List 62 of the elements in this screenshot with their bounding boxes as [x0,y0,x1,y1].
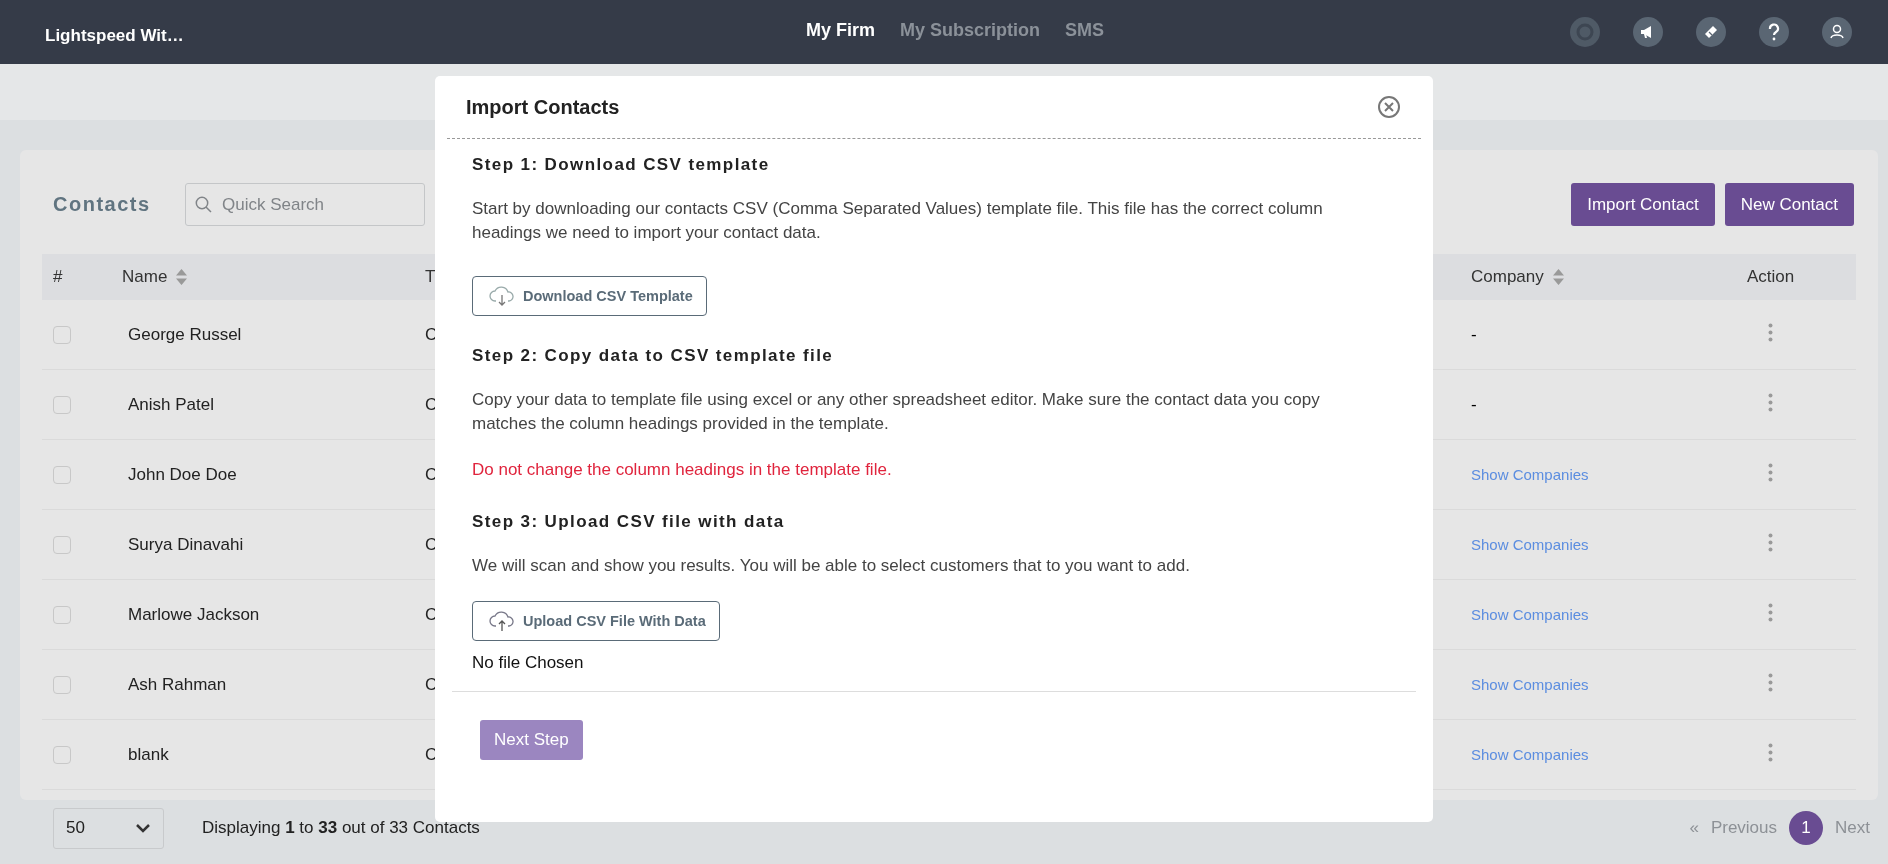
cloud-upload-icon [489,610,515,632]
step-description: We will scan and show you results. You will be able to select customers that to you want to add. [472,555,1191,577]
megaphone-icon[interactable] [1633,17,1663,47]
nav-link[interactable]: My Firm [806,20,875,41]
contact-name: George Russel [128,324,242,344]
contact-name: Marlowe Jackson [128,604,260,624]
step-title: Step 1: Download CSV template [472,155,771,175]
search-icon [195,196,212,213]
page-link[interactable]: Next [1835,818,1870,838]
contact-name: Ash Rahman [128,674,227,694]
row-checkbox[interactable] [53,395,71,414]
show-companies-link[interactable]: Show Companies [1471,745,1589,763]
download-button[interactable]: Download CSV Template [472,276,707,316]
action-button[interactable]: New Contact [1724,183,1854,226]
step-title: Step 2: Copy data to CSV template file [472,346,835,366]
chevron-down-icon [135,823,151,833]
dialog-title: Import Contacts [466,95,620,119]
c-logo-icon[interactable] [1570,17,1600,47]
help-icon[interactable] [1759,17,1789,47]
page-size-select[interactable]: 50 [53,807,164,849]
step-description: Start by downloading our contacts CSV (Comma Separated Values) template file. This file has the correct column headings we need to import your contact data. [472,198,1324,244]
file-status: No file Chosen [472,653,585,673]
show-companies-link[interactable]: Show Companies [1471,535,1589,553]
row-checkbox[interactable] [53,675,71,694]
company-cell: - [1471,324,1477,344]
row-checkbox[interactable] [53,605,71,624]
row-checkbox[interactable] [53,465,71,484]
nav-link[interactable]: SMS [1065,20,1105,41]
column-header[interactable]: Name [122,267,168,287]
column-header: Action [1746,267,1795,287]
column-header: # [53,267,63,287]
app-brand: Lightspeed Wit… [45,26,184,46]
row-checkbox[interactable] [53,325,71,344]
show-companies-link[interactable]: Show Companies [1471,605,1589,623]
close-icon[interactable] [1377,95,1401,119]
contact-name: blank [128,744,169,764]
action-button[interactable]: Import Contact [1571,183,1715,226]
sort-icon[interactable] [176,269,188,285]
contact-name: John Doe Doe [128,464,237,484]
section-title: Contacts [53,193,152,216]
page-link[interactable]: Previous [1710,818,1778,838]
sort-icon[interactable] [1552,269,1564,285]
first-page-link[interactable]: « [1689,818,1699,838]
show-companies-link[interactable]: Show Companies [1471,675,1589,693]
cloud-download-icon [489,285,515,307]
company-cell: - [1471,394,1477,414]
search-field[interactable]: Quick Search [185,183,425,226]
step-title: Step 3: Upload CSV file with data [472,512,786,532]
upload-button[interactable]: Upload CSV File With Data [472,601,720,641]
show-companies-link[interactable]: Show Companies [1471,465,1589,483]
contact-name: Surya Dinavahi [128,534,244,554]
column-header[interactable]: Company [1471,267,1544,287]
user-icon[interactable] [1822,17,1852,47]
results-summary: Displaying 1 to 33 out of 33 Contacts [202,818,480,838]
row-checkbox[interactable] [53,535,71,554]
warning-text: Do not change the column headings in the template file. [472,459,893,481]
page-number[interactable]: 1 [1789,811,1824,845]
contact-name: Anish Patel [128,394,214,414]
nav-link[interactable]: My Subscription [900,20,1041,41]
column-header: T [425,267,436,287]
step-description: Copy your data to template file using excel or any other spreadsheet editor. Make sure the contact data you copy matches the column headings provided in the template. [472,389,1321,435]
row-checkbox[interactable] [53,745,71,764]
